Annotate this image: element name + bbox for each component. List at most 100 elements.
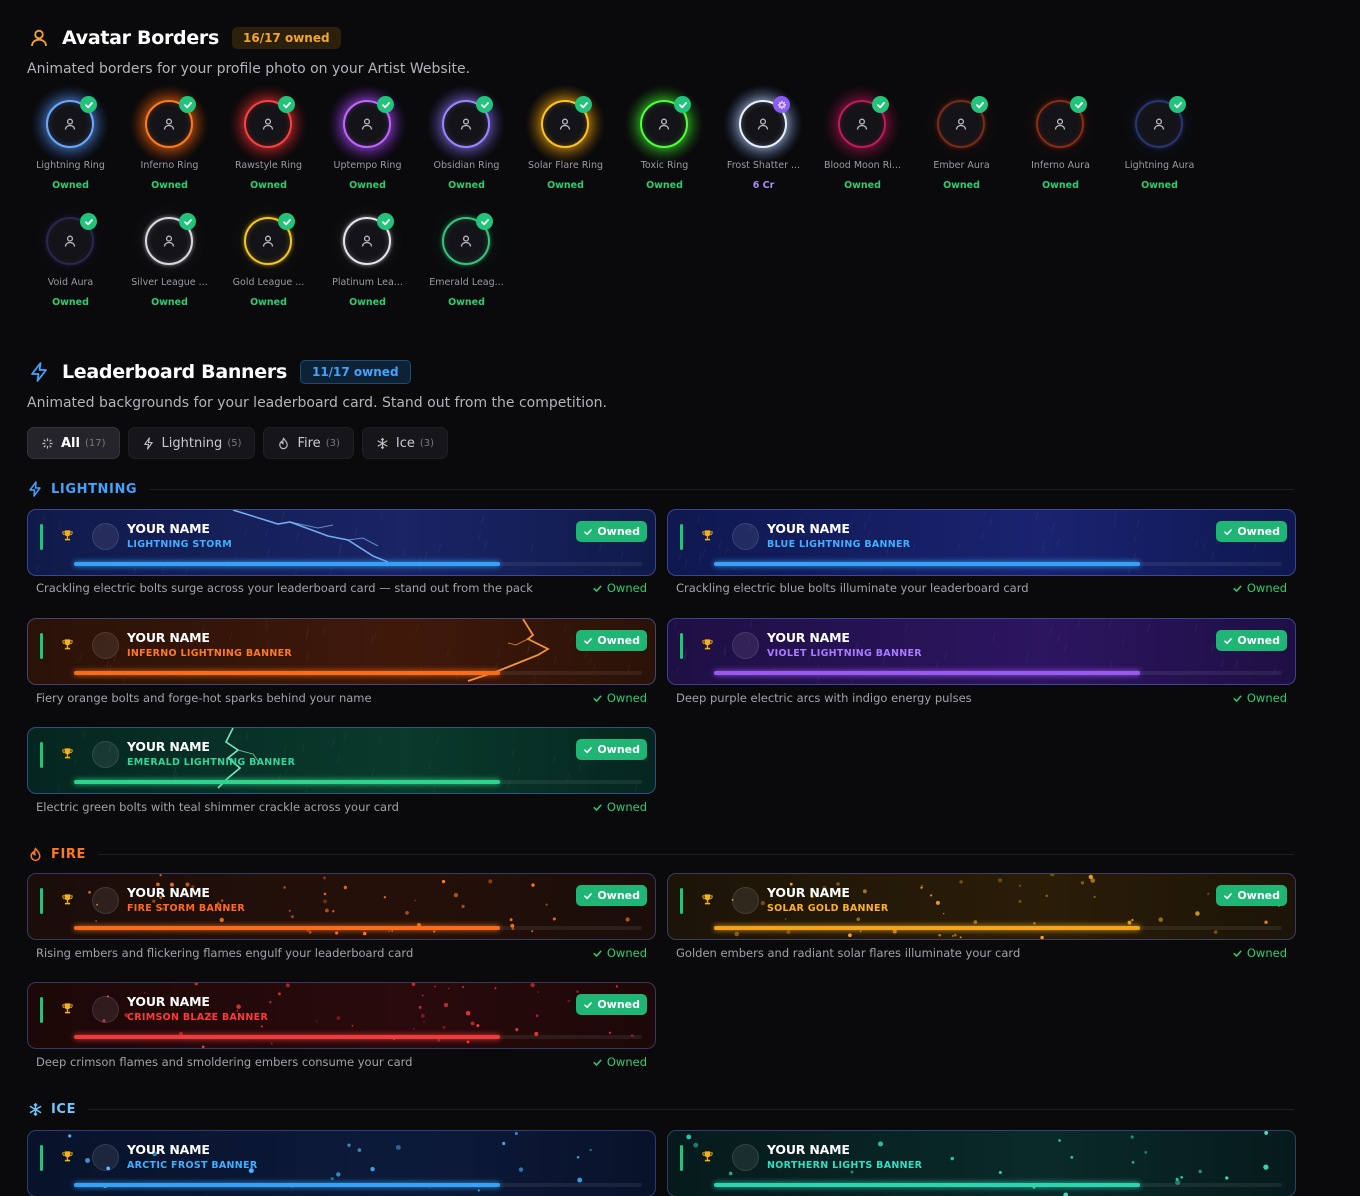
check-icon	[583, 527, 597, 537]
check-icon	[1223, 527, 1237, 537]
avatar-border-item[interactable]: Emerald Leag... Owned	[417, 201, 516, 319]
avatar-border-item[interactable]: Inferno Ring Owned	[120, 84, 219, 202]
check-icon	[872, 96, 889, 113]
owned-pill: Owned	[576, 885, 647, 906]
avatar-border-item[interactable]: Obsidian Ring Owned	[417, 84, 516, 202]
leaderboard-banner-card[interactable]: YOUR NAME LIGHTNING STORM Owned	[27, 509, 656, 576]
leaderboard-banner-card[interactable]: YOUR NAME BLUE LIGHTNING BANNER Owned	[667, 509, 1296, 576]
sparkle-icon	[42, 437, 53, 449]
banner-name: SOLAR GOLD BANNER	[767, 903, 889, 914]
avatar-border-item[interactable]: Rawstyle Ring Owned	[219, 84, 318, 202]
check-icon	[278, 96, 295, 113]
border-preview	[822, 84, 902, 164]
border-status: Owned	[250, 180, 287, 191]
check-icon	[583, 745, 597, 755]
avatar-borders-header: Avatar Borders 16/17 owned	[27, 26, 341, 50]
border-preview	[1020, 84, 1100, 164]
border-name: Blood Moon Ri...	[824, 160, 901, 171]
leaderboard-banner-card[interactable]: YOUR NAME EMERALD LIGHTNING BANNER Owned	[27, 727, 656, 794]
progress-fill	[74, 1035, 500, 1039]
tab-fire[interactable]: Fire (3)	[263, 427, 354, 459]
check-icon	[80, 213, 97, 230]
user-icon	[360, 234, 374, 248]
trophy-icon	[701, 636, 714, 655]
avatar-border-item[interactable]: Blood Moon Ri... Owned	[813, 84, 912, 202]
owned-pill-label: Owned	[597, 998, 640, 1011]
leaderboard-banner-card[interactable]: YOUR NAME NORTHERN LIGHTS BANNER	[667, 1130, 1296, 1196]
avatar-border-item[interactable]: Ember Aura Owned	[912, 84, 1011, 202]
user-icon	[1152, 117, 1166, 131]
trophy-icon	[701, 527, 714, 546]
banner-status: Owned	[592, 800, 647, 814]
border-name: Uptempo Ring	[333, 160, 402, 171]
progress-track	[74, 671, 642, 675]
leaderboard-banner-card[interactable]: YOUR NAME ARCTIC FROST BANNER	[27, 1130, 656, 1196]
banner-status: Owned	[1232, 946, 1287, 960]
user-icon	[63, 117, 77, 131]
leaderboard-banners-subtitle: Animated backgrounds for your leaderboar…	[27, 395, 608, 411]
progress-fill	[714, 926, 1140, 930]
leaderboard-banner-card[interactable]: YOUR NAME VIOLET LIGHTNING BANNER Owned	[667, 618, 1296, 685]
tab-all[interactable]: All (17)	[27, 427, 120, 459]
avatar-border-item[interactable]: Toxic Ring Owned	[615, 84, 714, 202]
banner-effect	[78, 619, 631, 684]
check-icon	[592, 693, 607, 704]
avatar-border-item[interactable]: Inferno Aura Owned	[1011, 84, 1110, 202]
avatar-border-item[interactable]: Platinum Lea... Owned	[318, 201, 417, 319]
bolt-icon	[143, 436, 153, 450]
avatar-border-item[interactable]: Gold League ... Owned	[219, 201, 318, 319]
check-icon	[592, 1057, 607, 1068]
placeholder-name: YOUR NAME	[767, 521, 850, 536]
tab-label: Fire	[297, 435, 321, 451]
progress-track	[714, 926, 1282, 930]
avatar	[732, 632, 759, 659]
border-status: Owned	[448, 180, 485, 191]
placeholder-name: YOUR NAME	[127, 1142, 210, 1157]
banner-status-label: Owned	[1246, 691, 1287, 705]
check-icon	[179, 96, 196, 113]
trophy-icon	[61, 745, 74, 764]
placeholder-name: YOUR NAME	[127, 885, 210, 900]
border-name: Emerald Leag...	[429, 277, 504, 288]
banner-description: Fiery orange bolts and forge-hot sparks …	[36, 691, 372, 705]
leaderboard-banner-card[interactable]: YOUR NAME FIRE STORM BANNER Owned	[27, 873, 656, 940]
avatar-border-item[interactable]: Void Aura Owned	[21, 201, 120, 319]
border-preview	[1119, 84, 1199, 164]
tab-ice[interactable]: Ice (3)	[361, 427, 449, 459]
banner-status-label: Owned	[1246, 581, 1287, 595]
check-icon	[278, 213, 295, 230]
border-preview	[525, 84, 605, 164]
check-icon	[592, 583, 607, 594]
banner-description: Golden embers and radiant solar flares i…	[676, 946, 1021, 960]
check-icon	[592, 802, 607, 813]
avatar-border-item[interactable]: Frost Shatter ... 6 Cr	[714, 84, 813, 202]
rank-accent	[40, 633, 43, 659]
rank-accent	[680, 1145, 683, 1171]
placeholder-name: YOUR NAME	[127, 630, 210, 645]
banner-name: ARCTIC FROST BANNER	[127, 1160, 258, 1171]
trophy-icon	[61, 636, 74, 655]
tab-lightning[interactable]: Lightning (5)	[127, 427, 256, 459]
border-status: Owned	[151, 297, 188, 308]
check-icon	[1223, 636, 1237, 646]
avatar-border-item[interactable]: Lightning Aura Owned	[1110, 84, 1209, 202]
progress-track	[714, 1183, 1282, 1187]
rank-accent	[40, 997, 43, 1023]
check-icon	[1232, 583, 1247, 594]
avatar-borders-title: Avatar Borders	[62, 27, 219, 49]
tab-count: (3)	[325, 437, 340, 449]
avatar-border-item[interactable]: Uptempo Ring Owned	[318, 84, 417, 202]
avatar-border-item[interactable]: Lightning Ring Owned	[21, 84, 120, 202]
banner-status: Owned	[592, 581, 647, 595]
category-label: LIGHTNING	[51, 481, 138, 497]
border-status: Owned	[1141, 180, 1178, 191]
avatar-border-item[interactable]: Silver League ... Owned	[120, 201, 219, 319]
avatar	[732, 523, 759, 550]
leaderboard-banner-card[interactable]: YOUR NAME INFERNO LIGHTNING BANNER Owned	[27, 618, 656, 685]
border-name: Solar Flare Ring	[527, 160, 603, 171]
avatar-border-item[interactable]: Solar Flare Ring Owned	[516, 84, 615, 202]
leaderboard-banner-card[interactable]: YOUR NAME SOLAR GOLD BANNER Owned	[667, 873, 1296, 940]
rank-accent	[40, 1145, 43, 1171]
leaderboard-banner-card[interactable]: YOUR NAME CRIMSON BLAZE BANNER Owned	[27, 982, 656, 1049]
banner-status-label: Owned	[606, 581, 647, 595]
